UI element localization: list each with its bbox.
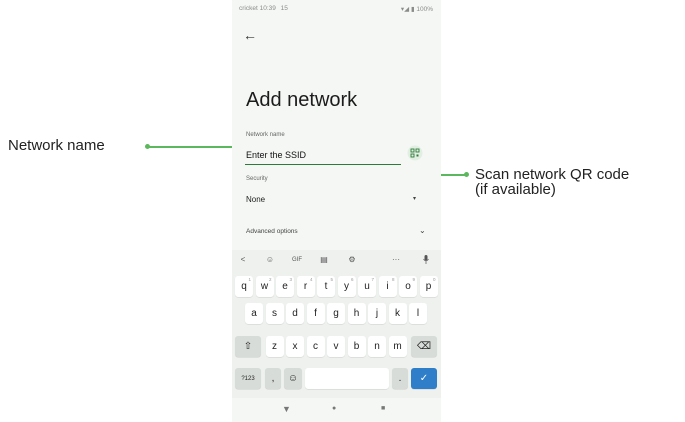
battery-level: 100%: [416, 6, 433, 13]
status-indicator: 15: [280, 5, 288, 12]
key-label: q: [241, 281, 247, 292]
key-label: w: [260, 281, 269, 292]
key-label: u: [364, 281, 370, 292]
key-label: y: [344, 281, 349, 292]
key-hint: 9: [412, 277, 415, 282]
gif-button[interactable]: GIF: [289, 257, 305, 263]
key-hint: 7: [371, 277, 374, 282]
symbols-key[interactable]: ?123: [235, 368, 261, 389]
emoji-key[interactable]: ☺: [284, 368, 302, 389]
key-a[interactable]: a: [245, 303, 263, 324]
key-n[interactable]: n: [368, 336, 386, 357]
settings-icon[interactable]: ⚙: [344, 255, 360, 264]
toolbar-back-icon[interactable]: <: [235, 255, 251, 264]
qr-callout-line1: Scan network QR code: [475, 166, 630, 183]
key-v[interactable]: v: [327, 336, 345, 357]
nav-recents-icon[interactable]: ■: [381, 405, 385, 412]
key-d[interactable]: d: [286, 303, 304, 324]
key-s[interactable]: s: [265, 303, 284, 324]
security-dropdown[interactable]: None: [246, 195, 265, 204]
key-hint: 3: [289, 277, 292, 282]
key-k[interactable]: k: [388, 303, 407, 324]
key-l[interactable]: l: [409, 303, 427, 324]
key-j[interactable]: j: [368, 303, 386, 324]
key-label: p: [425, 281, 432, 292]
keyboard: < ☺ GIF ▤ ⚙ ··· q1 w2 e3 r4 t5 y6 u7 i8 …: [232, 250, 441, 398]
phone-screen: cricket 10:39 15 ▾◢ ▮ 100% ← Add network…: [232, 0, 441, 422]
back-arrow-icon[interactable]: ←: [243, 28, 257, 42]
key-hint: 0: [432, 277, 436, 282]
nav-home-icon[interactable]: ●: [332, 405, 336, 412]
key-w[interactable]: w2: [255, 276, 274, 297]
key-hint: 5: [330, 277, 333, 282]
qr-scan-icon[interactable]: [407, 145, 423, 161]
key-y[interactable]: y6: [337, 276, 356, 297]
network-name-label: Network name: [246, 132, 285, 138]
key-hint: 4: [309, 277, 313, 282]
key-hint: 2: [268, 277, 272, 282]
key-i[interactable]: i8: [378, 276, 397, 297]
period-key[interactable]: .: [392, 368, 408, 389]
clipboard-icon[interactable]: ▤: [316, 255, 332, 264]
key-h[interactable]: h: [347, 303, 366, 324]
key-o[interactable]: o9: [399, 276, 417, 297]
key-m[interactable]: m: [388, 336, 407, 357]
key-label: i: [386, 281, 389, 292]
qr-callout-line2: (if available): [475, 181, 556, 198]
key-z[interactable]: z: [265, 336, 284, 357]
carrier-time: cricket 10:39: [239, 5, 276, 12]
key-t[interactable]: t5: [317, 276, 335, 297]
keyboard-toolbar: < ☺ GIF ▤ ⚙ ···: [232, 250, 441, 272]
callout-right-dot: [464, 172, 469, 177]
nav-bar: ▼ ● ■: [232, 398, 441, 422]
qr-callout: Scan network QR code (if available): [475, 167, 629, 197]
key-label: o: [405, 281, 411, 292]
comma-key[interactable]: ,: [265, 368, 281, 389]
microphone-icon[interactable]: [418, 255, 434, 266]
key-hint: 6: [350, 277, 354, 282]
key-f[interactable]: f: [306, 303, 325, 324]
page-title: Add network: [246, 89, 358, 111]
key-r[interactable]: r4: [296, 276, 315, 297]
nav-back-icon[interactable]: ▼: [282, 404, 291, 414]
sticker-icon[interactable]: ☺: [262, 255, 278, 264]
key-p[interactable]: p0: [419, 276, 438, 297]
key-label: r: [303, 281, 308, 292]
backspace-key[interactable]: ⌫: [411, 336, 437, 357]
key-g[interactable]: g: [327, 303, 345, 324]
dropdown-arrow-icon[interactable]: ▾: [413, 195, 416, 202]
security-label: Security: [246, 176, 268, 182]
key-label: t: [324, 281, 328, 292]
key-e[interactable]: e3: [276, 276, 294, 297]
key-b[interactable]: b: [347, 336, 366, 357]
key-label: e: [282, 281, 288, 292]
key-c[interactable]: c: [306, 336, 325, 357]
chevron-down-icon[interactable]: ⌄: [419, 226, 426, 235]
more-icon[interactable]: ···: [388, 255, 404, 264]
ssid-input[interactable]: Enter the SSID: [246, 150, 306, 160]
shift-key[interactable]: ⇧: [235, 336, 261, 357]
ssid-input-underline: [245, 164, 401, 165]
signal-icon: ▾◢ ▮: [400, 6, 415, 13]
key-x[interactable]: x: [286, 336, 304, 357]
callout-left-line: [148, 146, 238, 148]
spacebar[interactable]: [305, 368, 389, 389]
enter-key[interactable]: ✓: [411, 368, 437, 389]
status-bar: cricket 10:39 15 ▾◢ ▮ 100%: [232, 0, 441, 16]
key-hint: 1: [248, 277, 251, 282]
advanced-options-label[interactable]: Advanced options: [246, 228, 298, 235]
key-q[interactable]: q1: [235, 276, 253, 297]
key-hint: 8: [391, 277, 395, 282]
key-u[interactable]: u7: [358, 276, 376, 297]
network-name-callout: Network name: [8, 137, 105, 154]
